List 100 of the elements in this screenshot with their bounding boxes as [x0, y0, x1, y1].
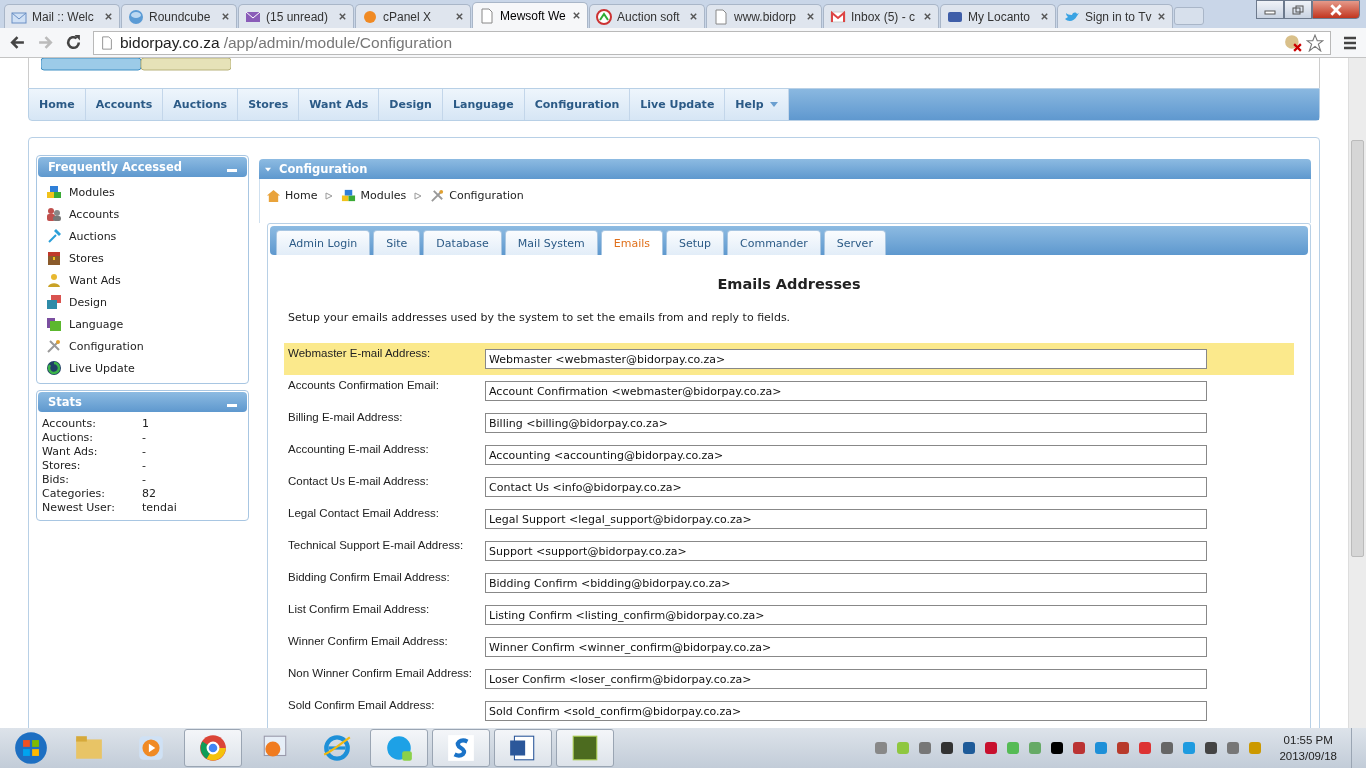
triangle-icon [325, 191, 334, 200]
input-field[interactable]: Sold Confirm <sold_confirm@bidorpay.co.za> [485, 701, 1207, 721]
scrollbar[interactable] [1348, 58, 1366, 728]
input-field[interactable]: Loser Confirm <loser_confirm@bidorpay.co.za> [485, 669, 1207, 689]
nav-link[interactable]: Stores [238, 89, 300, 120]
breadcrumb-link[interactable]: Home [285, 189, 318, 202]
browser-tab[interactable]: Roundcube [121, 4, 237, 28]
menu-icon[interactable] [1342, 34, 1358, 51]
input-field[interactable]: Support <support@bidorpay.co.za> [485, 541, 1207, 561]
person-icon [46, 272, 62, 288]
nav-link[interactable]: Configuration [524, 89, 631, 120]
sidebar-item[interactable]: Language [46, 313, 247, 335]
close-icon[interactable] [1157, 12, 1166, 21]
sidebar-item[interactable]: Modules [46, 181, 247, 203]
browser-tab[interactable]: www.bidorp [706, 4, 822, 28]
tab[interactable]: Setup [665, 230, 724, 255]
folder-icon [46, 316, 62, 332]
envelope-icon [830, 8, 846, 25]
field-label: Sold Confirm Email Address: [288, 699, 436, 711]
field-label: Winner Confirm Email Address: [288, 635, 449, 647]
field-label: Accounting E-mail Address: [288, 443, 430, 455]
stat-label: Accounts: [42, 417, 97, 431]
input-field[interactable]: Accounting <accounting@bidorpay.co.za> [485, 445, 1207, 465]
tab[interactable]: Mail System [504, 230, 598, 255]
address-field[interactable]: bidorpay.co.za /app/admin/module/Configuration [93, 30, 1331, 55]
sidebar-item[interactable]: Auctions [46, 225, 247, 247]
triangle-icon [265, 166, 271, 172]
stat-label: Categories: [42, 487, 106, 501]
browser-tab[interactable]: Mewsoft We [472, 2, 588, 28]
input-field[interactable]: Legal Support <legal_support@bidorpay.co.za> [485, 509, 1207, 529]
restore-button[interactable] [1284, 0, 1312, 19]
sidebar-item[interactable]: Live Update [46, 357, 247, 379]
section-heading: Emails Addresses [716, 276, 862, 292]
nav-link[interactable]: Home [29, 89, 86, 120]
collapse-button[interactable] [227, 403, 237, 407]
close-icon[interactable] [806, 12, 815, 21]
back-icon[interactable] [9, 34, 26, 51]
input-field[interactable]: Webmaster <webmaster@bidorpay.co.za> [485, 349, 1207, 369]
breadcrumb-link[interactable]: Configuration [449, 189, 524, 202]
close-icon[interactable] [104, 12, 113, 21]
tab[interactable]: Admin Login [276, 230, 371, 255]
star-icon[interactable] [1306, 33, 1324, 52]
browser-tab[interactable]: Sign in to Tv [1057, 4, 1173, 28]
nav-link[interactable]: Accounts [85, 89, 164, 120]
tray-icon[interactable] [1203, 740, 1220, 756]
sidebar-item[interactable]: Design [46, 291, 247, 313]
field-label: Accounts Confirmation Email: [288, 379, 440, 391]
close-icon[interactable] [572, 11, 581, 20]
sidebar-item[interactable]: Configuration [46, 335, 247, 357]
minimize-button[interactable] [1256, 0, 1284, 19]
close-button[interactable] [1312, 0, 1360, 19]
input-field[interactable]: Contact Us <info@bidorpay.co.za> [485, 477, 1207, 497]
nav-link[interactable]: Help [725, 89, 789, 120]
browser-icon [322, 733, 352, 763]
input-field[interactable]: Billing <billing@bidorpay.co.za> [485, 413, 1207, 433]
close-icon[interactable] [338, 12, 347, 21]
browser-tab[interactable]: (15 unread) [238, 4, 354, 28]
sidebar-item[interactable]: Accounts [46, 203, 247, 225]
tray-icon[interactable] [1049, 740, 1066, 756]
cookie-blocked-icon[interactable] [1284, 33, 1302, 52]
field-label: Webmaster E-mail Address: [288, 347, 432, 359]
close-icon[interactable] [689, 12, 698, 21]
close-icon[interactable] [455, 12, 464, 21]
nav-link[interactable]: Auctions [163, 89, 239, 120]
square-icon [570, 733, 600, 763]
browser-tab[interactable]: Inbox (5) - c [823, 4, 939, 28]
taskbar-button[interactable] [184, 729, 242, 767]
stat-label: Bids: [42, 473, 71, 487]
stat-value: - [142, 459, 147, 473]
nav-link[interactable]: Design [379, 89, 443, 120]
collapse-button[interactable] [227, 168, 237, 172]
taskbar-button[interactable] [494, 729, 552, 767]
tab[interactable]: Commander [727, 230, 821, 255]
tray-icon[interactable] [939, 740, 956, 756]
tab[interactable]: Database [423, 230, 502, 255]
tab[interactable]: Site [373, 230, 421, 255]
browser-tab[interactable]: cPanel X [355, 4, 471, 28]
nav-link[interactable]: Want Ads [299, 89, 380, 120]
browser-tab[interactable]: Auction soft [589, 4, 705, 28]
taskbar-button[interactable] [432, 729, 490, 767]
play-icon [136, 733, 166, 763]
close-icon[interactable] [1040, 12, 1049, 21]
blocks-icon [341, 188, 357, 203]
input-field[interactable]: Winner Confirm <winner_confirm@bidorpay.co.za> [485, 637, 1207, 657]
sidebar-item[interactable]: Stores [46, 247, 247, 269]
sidebar-item[interactable]: Want Ads [46, 269, 247, 291]
close-icon[interactable] [923, 12, 932, 21]
reload-icon[interactable] [65, 34, 82, 51]
breadcrumb-link[interactable]: Modules [360, 189, 407, 202]
input-field[interactable]: Listing Confirm <listing_confirm@bidorpay.co.za> [485, 605, 1207, 625]
close-icon[interactable] [221, 12, 230, 21]
input-field[interactable]: Account Confirmation <webmaster@bidorpay.co.za> [485, 381, 1207, 401]
taskbar-button[interactable] [556, 729, 614, 767]
browser-tab[interactable]: Mail :: Welc [4, 4, 120, 28]
input-field[interactable]: Bidding Confirm <bidding@bidorpay.co.za> [485, 573, 1207, 593]
nav-link[interactable]: Language [442, 89, 525, 120]
nav-link[interactable]: Live Update [630, 89, 726, 120]
tab[interactable]: Server [823, 230, 886, 255]
stat-label: Want Ads: [42, 445, 99, 459]
browser-tab[interactable]: My Locanto [940, 4, 1056, 28]
